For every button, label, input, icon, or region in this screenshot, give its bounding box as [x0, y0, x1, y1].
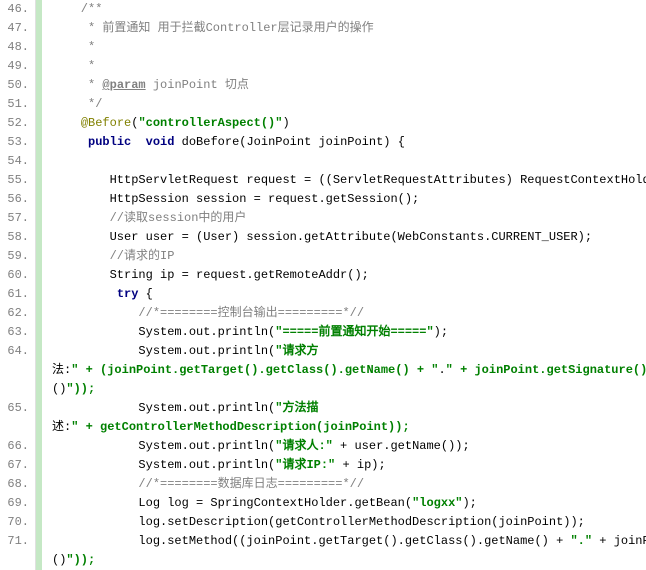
- code-area: /** * 前置通知 用于拦截Controller层记录用户的操作 * * * …: [42, 0, 646, 570]
- line-number: 70.: [0, 513, 29, 532]
- code-container: 46.47.48.49.50.51.52.53.54.55.56.57.58.5…: [0, 0, 646, 570]
- code-line: System.out.println("方法描: [52, 399, 646, 418]
- line-number: [0, 380, 29, 399]
- line-number: 62.: [0, 304, 29, 323]
- code-line: *: [52, 57, 646, 76]
- line-number: 56.: [0, 190, 29, 209]
- line-number: 65.: [0, 399, 29, 418]
- code-line: */: [52, 95, 646, 114]
- code-line: 法:" + (joinPoint.getTarget().getClass().…: [52, 361, 646, 380]
- code-line: System.out.println("请求方: [52, 342, 646, 361]
- line-number: 68.: [0, 475, 29, 494]
- code-line: ()"));: [52, 380, 646, 399]
- line-number: [0, 361, 29, 380]
- code-line: public void doBefore(JoinPoint joinPoint…: [52, 133, 646, 152]
- code-line: @Before("controllerAspect()"): [52, 114, 646, 133]
- code-line: String ip = request.getRemoteAddr();: [52, 266, 646, 285]
- line-number: 46.: [0, 0, 29, 19]
- line-number: 51.: [0, 95, 29, 114]
- line-number: 48.: [0, 38, 29, 57]
- line-number: 63.: [0, 323, 29, 342]
- line-number: 58.: [0, 228, 29, 247]
- code-line: //请求的IP: [52, 247, 646, 266]
- line-number: 52.: [0, 114, 29, 133]
- line-number: 64.: [0, 342, 29, 361]
- code-line: /**: [52, 0, 646, 19]
- code-line: *: [52, 38, 646, 57]
- line-number: 57.: [0, 209, 29, 228]
- code-line: 述:" + getControllerMethodDescription(joi…: [52, 418, 646, 437]
- line-number: 71.: [0, 532, 29, 551]
- line-number: 69.: [0, 494, 29, 513]
- code-line: System.out.println("请求人:" + user.getName…: [52, 437, 646, 456]
- line-number: 61.: [0, 285, 29, 304]
- line-number: 50.: [0, 76, 29, 95]
- line-gutter: 46.47.48.49.50.51.52.53.54.55.56.57.58.5…: [0, 0, 36, 570]
- code-line: try {: [52, 285, 646, 304]
- line-number: 49.: [0, 57, 29, 76]
- code-line: ()"));: [52, 551, 646, 570]
- line-number: 66.: [0, 437, 29, 456]
- code-line: HttpSession session = request.getSession…: [52, 190, 646, 209]
- code-line: log.setMethod((joinPoint.getTarget().get…: [52, 532, 646, 551]
- line-number: 55.: [0, 171, 29, 190]
- line-number: [0, 551, 29, 570]
- code-line: Log log = SpringContextHolder.getBean("l…: [52, 494, 646, 513]
- code-line: System.out.println("=====前置通知开始=====");: [52, 323, 646, 342]
- code-line: log.setDescription(getControllerMethodDe…: [52, 513, 646, 532]
- code-line: //*========控制台输出=========*//: [52, 304, 646, 323]
- code-line: //*========数据库日志=========*//: [52, 475, 646, 494]
- line-number: 47.: [0, 19, 29, 38]
- code-line: System.out.println("请求IP:" + ip);: [52, 456, 646, 475]
- line-number: 60.: [0, 266, 29, 285]
- code-line: HttpServletRequest request = ((ServletRe…: [52, 171, 646, 190]
- code-line: * @param joinPoint 切点: [52, 76, 646, 95]
- code-line: [52, 152, 646, 171]
- code-line: User user = (User) session.getAttribute(…: [52, 228, 646, 247]
- line-number: 54.: [0, 152, 29, 171]
- line-number: 67.: [0, 456, 29, 475]
- code-line: //读取session中的用户: [52, 209, 646, 228]
- line-number: 59.: [0, 247, 29, 266]
- line-number: [0, 418, 29, 437]
- line-number: 53.: [0, 133, 29, 152]
- code-line: * 前置通知 用于拦截Controller层记录用户的操作: [52, 19, 646, 38]
